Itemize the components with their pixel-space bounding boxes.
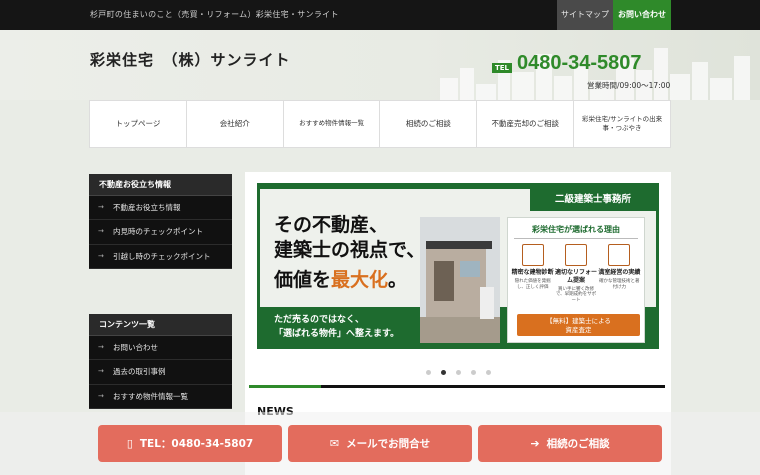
magnifier-icon (521, 244, 544, 266)
nav-news-blog[interactable]: 彩栄住宅/サンライトの出来事・つぶやき (574, 101, 670, 147)
hero-headline-1: その不動産、 (274, 214, 389, 236)
slider-dot[interactable] (440, 370, 446, 375)
site-tagline: 杉戸町の住まいのこと（売買・リフォーム）彩栄住宅・サンライト (90, 10, 339, 19)
reason-diagnosis: 精密な建物診断 隠れた価値を発掘し、正しく評価 (511, 244, 554, 304)
sidebar-item[interactable]: 過去の取引事例 (89, 360, 232, 385)
office-label: 二級建築士事務所 (530, 189, 656, 211)
site-logo[interactable]: 彩栄住宅 （株）サンライト (90, 49, 291, 70)
contact-link[interactable]: お問い合わせ (613, 0, 671, 30)
nav-sale[interactable]: 不動産売却のご相談 (477, 101, 575, 147)
sidebar-title: コンテンツ一覧 (89, 314, 232, 336)
house-photo (420, 217, 500, 343)
cta-inheritance-button[interactable]: ➔ 相続のご相談 (478, 425, 662, 462)
hero-headline-3: 価値を最大化。 (274, 269, 408, 291)
sidebar-item[interactable]: 不動産お役立ち情報 (89, 196, 232, 221)
header-phone-number[interactable]: 0480-34-5807 (517, 52, 642, 75)
reasons-panel: 彩栄住宅が選ばれる理由 精密な建物診断 隠れた価値を発掘し、正しく評価 適切なリ… (507, 217, 645, 343)
free-assessment-button[interactable]: 【無料】建築士による 資産査定 (517, 314, 640, 336)
hero-slide[interactable]: 二級建築士事務所 その不動産、 建築士の視点で、 価値を最大化。 ただ売るのでは… (257, 183, 659, 349)
slider-progress (249, 385, 665, 388)
slider-dot[interactable] (455, 370, 461, 375)
slider-dots (245, 370, 671, 375)
sidebar-title: 不動産お役立ち情報 (89, 174, 232, 196)
nav-company[interactable]: 会社紹介 (187, 101, 284, 147)
nav-properties[interactable]: おすすめ物件情報一覧 (284, 101, 381, 147)
reason-management: 満室経営の実績 確かな管理技術と著付け力 (598, 244, 641, 304)
building-icon (608, 244, 631, 266)
nav-top[interactable]: トップページ (90, 101, 187, 147)
sidebar-contents: コンテンツ一覧 お問い合わせ 過去の取引事例 おすすめ物件情報一覧 (89, 314, 232, 409)
sitemap-link[interactable]: サイトマップ (557, 0, 613, 30)
tel-badge: TEL (492, 63, 513, 73)
cta-mail-button[interactable]: ✉ メールでお問合せ (288, 425, 472, 462)
slider-progress-fill (249, 385, 321, 388)
global-nav: トップページ 会社紹介 おすすめ物件情報一覧 相続のご相談 不動産売却のご相談 … (89, 100, 671, 148)
reason-reform: 適切なリフォーム提案 買い手に響く改修で、早期成約をサポート (554, 244, 597, 304)
reasons-title: 彩栄住宅が選ばれる理由 (514, 224, 638, 239)
sidebar-item[interactable]: おすすめ物件情報一覧 (89, 385, 232, 409)
slider-dot[interactable] (470, 370, 476, 375)
cta-phone-button[interactable]: ▯ TEL：0480-34-5807 (98, 425, 282, 462)
top-bar: 杉戸町の住まいのこと（売買・リフォーム）彩栄住宅・サンライト サイトマップ お問… (0, 0, 760, 30)
blueprint-icon (564, 244, 587, 266)
slider-dot[interactable] (485, 370, 491, 375)
sidebar-item[interactable]: お問い合わせ (89, 336, 232, 361)
business-hours: 営業時間/09:00～17:00 (587, 81, 671, 90)
phone-icon: ▯ (126, 437, 133, 450)
hero-headline-2: 建築士の視点で、 (274, 239, 426, 261)
hero-subcopy: ただ売るのではなく、 「選ばれる物件」へ整えます。 (274, 315, 400, 339)
sidebar-item[interactable]: 引越し時のチェックポイント (89, 245, 232, 269)
arrow-circle-icon: ➔ (530, 437, 540, 450)
nav-inheritance[interactable]: 相続のご相談 (380, 101, 478, 147)
slider-dot[interactable] (425, 370, 431, 375)
sidebar-useful-info: 不動産お役立ち情報 不動産お役立ち情報 内見時のチェックポイント 引越し時のチェ… (89, 174, 232, 269)
sidebar-item[interactable]: 内見時のチェックポイント (89, 220, 232, 245)
envelope-icon: ✉ (329, 437, 340, 450)
